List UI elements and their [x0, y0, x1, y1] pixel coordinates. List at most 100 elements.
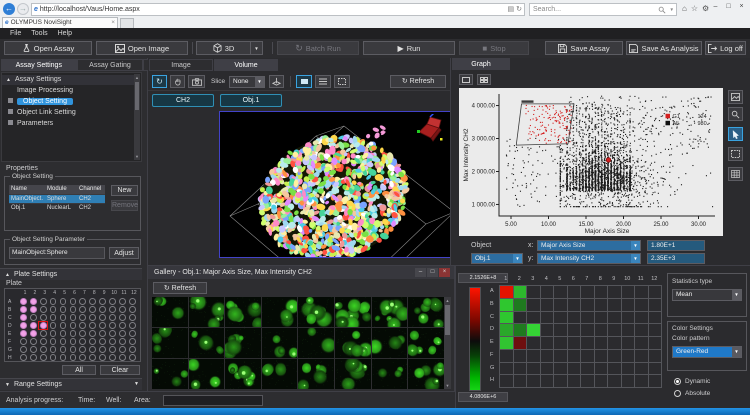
heatmap-cell-D6[interactable]	[567, 323, 582, 337]
x-feature-dropdown[interactable]: Major Axis Size▼	[537, 240, 641, 251]
menu-item-help[interactable]: Help	[58, 30, 72, 37]
well-A7[interactable]	[79, 298, 86, 305]
plate-clear-button[interactable]: Clear	[100, 365, 140, 375]
well-B7[interactable]	[79, 306, 86, 313]
heatmap-cell-D2[interactable]	[513, 323, 528, 337]
well-E12[interactable]	[129, 330, 136, 337]
well-D8[interactable]	[89, 322, 96, 329]
heatmap-cell-C1[interactable]	[499, 311, 514, 325]
well-C4[interactable]	[50, 314, 57, 321]
heatmap-cell-C6[interactable]	[567, 311, 582, 325]
well-B9[interactable]	[99, 306, 106, 313]
heatmap-cell-F4[interactable]	[540, 349, 555, 363]
new-button[interactable]: New	[111, 185, 138, 196]
well-B6[interactable]	[70, 306, 77, 313]
well-F11[interactable]	[119, 338, 126, 345]
well-C2[interactable]	[30, 314, 37, 321]
heatmap-cell-D9[interactable]	[607, 323, 622, 337]
well-H7[interactable]	[79, 354, 86, 361]
well-B8[interactable]	[89, 306, 96, 313]
well-G2[interactable]	[30, 346, 37, 353]
well-B4[interactable]	[50, 306, 57, 313]
gallery-thumbnail[interactable]	[372, 297, 408, 327]
parameter-field[interactable]: MainObject:Sphere	[9, 247, 105, 259]
heatmap-cell-F8[interactable]	[594, 349, 609, 363]
gallery-thumbnail[interactable]	[152, 359, 188, 389]
well-D7[interactable]	[79, 322, 86, 329]
heatmap-cell-A12[interactable]	[648, 285, 663, 299]
well-B11[interactable]	[119, 306, 126, 313]
well-F7[interactable]	[79, 338, 86, 345]
heatmap-cell-H11[interactable]	[634, 374, 649, 388]
well-E3[interactable]	[40, 330, 47, 337]
well-A10[interactable]	[109, 298, 116, 305]
pan-tool-button[interactable]	[170, 75, 185, 88]
gallery-minimize-button[interactable]: –	[415, 268, 426, 277]
rectangle-gate-button[interactable]	[728, 147, 743, 161]
gallery-thumbnail[interactable]	[189, 328, 225, 358]
well-C10[interactable]	[109, 314, 116, 321]
well-C11[interactable]	[119, 314, 126, 321]
heatmap-cell-C11[interactable]	[634, 311, 649, 325]
well-C8[interactable]	[89, 314, 96, 321]
well-D2[interactable]	[30, 322, 37, 329]
well-C7[interactable]	[79, 314, 86, 321]
well-F9[interactable]	[99, 338, 106, 345]
heatmap-cell-D3[interactable]	[526, 323, 541, 337]
tree-item-object-link-setting[interactable]: Object Link Setting	[2, 108, 134, 118]
compatibility-view-icon[interactable]: ▤	[508, 6, 515, 13]
gallery-thumbnail[interactable]	[152, 297, 188, 327]
well-G1[interactable]	[20, 346, 27, 353]
heatmap-cell-H8[interactable]	[594, 374, 609, 388]
well-B3[interactable]	[40, 306, 47, 313]
heatmap-cell-H5[interactable]	[553, 374, 568, 388]
heatmap-cell-H4[interactable]	[540, 374, 555, 388]
orientation-cube[interactable]	[411, 114, 447, 144]
rotate-tool-button[interactable]: ↻	[152, 75, 167, 88]
heatmap-cell-A3[interactable]	[526, 285, 541, 299]
favorites-star-icon[interactable]: ☆	[691, 4, 702, 13]
well-G10[interactable]	[109, 346, 116, 353]
window-close-button[interactable]: ×	[735, 2, 748, 11]
well-E7[interactable]	[79, 330, 86, 337]
scatter-plot[interactable]	[459, 88, 723, 236]
gallery-thumbnail[interactable]	[335, 359, 371, 389]
heatmap-cell-D8[interactable]	[594, 323, 609, 337]
plate-settings-header[interactable]: ▲Plate Settings	[0, 268, 142, 280]
heatmap-cell-A6[interactable]	[567, 285, 582, 299]
heatmap-cell-H7[interactable]	[580, 374, 595, 388]
heatmap-cell-D4[interactable]	[540, 323, 555, 337]
well-F8[interactable]	[89, 338, 96, 345]
gallery-thumbnail[interactable]	[335, 328, 371, 358]
address-refresh-icon[interactable]: ↻	[516, 6, 522, 13]
object-setting-table[interactable]: NameModuleChannelMainObject.SphereCH2Obj…	[9, 185, 107, 212]
tree-scrollbar[interactable]: ▲▼	[134, 74, 140, 160]
heatmap-cell-E10[interactable]	[621, 336, 636, 350]
tab-graph[interactable]: Graph	[452, 58, 510, 70]
window-minimize-button[interactable]: –	[709, 2, 722, 11]
heatmap-cell-C5[interactable]	[553, 311, 568, 325]
gallery-thumbnail[interactable]	[298, 297, 334, 327]
volume-refresh-button[interactable]: ↻ Refresh	[390, 75, 446, 88]
heatmap-cell-F9[interactable]	[607, 349, 622, 363]
heatmap-cell-G4[interactable]	[540, 362, 555, 376]
heatmap-cell-E8[interactable]	[594, 336, 609, 350]
heatmap-cell-F10[interactable]	[621, 349, 636, 363]
run-button[interactable]: ▶ Run	[363, 41, 455, 55]
heatmap-cell-H3[interactable]	[526, 374, 541, 388]
well-G11[interactable]	[119, 346, 126, 353]
well-G6[interactable]	[70, 346, 77, 353]
well-E2[interactable]	[30, 330, 37, 337]
heatmap-cell-D7[interactable]	[580, 323, 595, 337]
browser-search-input[interactable]: Search... ▼	[529, 3, 677, 16]
heatmap-cell-G12[interactable]	[648, 362, 663, 376]
gallery-thumbnail[interactable]	[372, 359, 408, 389]
tab-close-icon[interactable]: ×	[111, 18, 115, 28]
well-B2[interactable]	[30, 306, 37, 313]
gallery-refresh-button[interactable]: ↻ Refresh	[153, 282, 207, 294]
plate-all-button[interactable]: All	[62, 365, 96, 375]
heatmap-cell-B9[interactable]	[607, 298, 622, 312]
absolute-radio[interactable]	[674, 390, 681, 397]
view-mode-solid-button[interactable]	[296, 75, 312, 88]
heatmap-cell-F5[interactable]	[553, 349, 568, 363]
